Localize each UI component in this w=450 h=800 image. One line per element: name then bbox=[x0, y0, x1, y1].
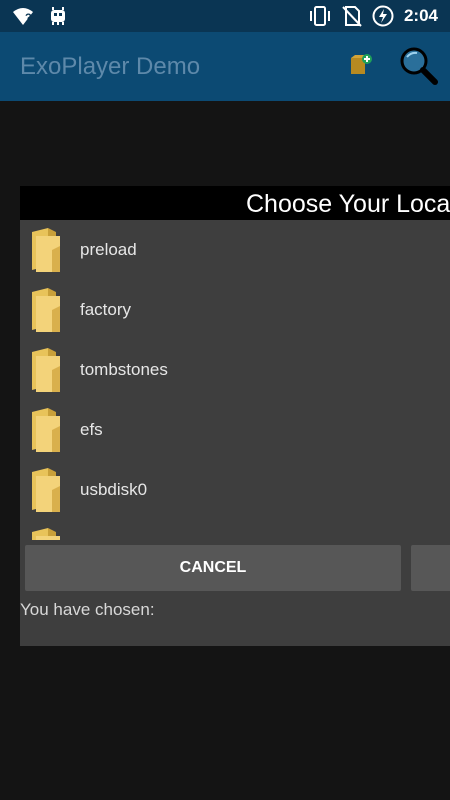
directory-list[interactable]: preload factory tombstones efs usbdisk0 bbox=[20, 220, 450, 540]
cancel-button[interactable]: CANCEL bbox=[25, 545, 401, 591]
status-clock: 2:04 bbox=[403, 6, 438, 25]
chosen-path-label: You have chosen: bbox=[20, 600, 155, 619]
debug-bug-icon bbox=[48, 6, 68, 26]
battery-charging-icon bbox=[372, 5, 394, 27]
choose-location-dialog: Choose Your Location preload bbox=[20, 186, 450, 646]
list-item-partial[interactable] bbox=[20, 520, 450, 540]
search-icon bbox=[397, 44, 439, 91]
list-item[interactable]: preload bbox=[20, 220, 450, 280]
folder-icon bbox=[30, 286, 64, 332]
folder-label: preload bbox=[80, 240, 137, 259]
add-file-icon bbox=[348, 52, 374, 83]
dialog-title: Choose Your Location bbox=[20, 186, 450, 220]
folder-label: usbdisk0 bbox=[80, 480, 148, 499]
folder-icon bbox=[30, 346, 64, 392]
folder-label: efs bbox=[80, 420, 103, 439]
list-item[interactable]: usbdisk0 bbox=[20, 460, 450, 520]
folder-icon bbox=[30, 526, 64, 540]
folder-icon bbox=[30, 226, 64, 272]
list-item[interactable]: factory bbox=[20, 280, 450, 340]
folder-icon bbox=[30, 466, 64, 512]
wifi-unknown-icon: ? bbox=[12, 6, 34, 26]
app-title: ExoPlayer Demo bbox=[20, 53, 201, 80]
folder-label: factory bbox=[80, 300, 132, 319]
folder-icon bbox=[30, 406, 64, 452]
vibrate-icon bbox=[308, 5, 332, 27]
search-button[interactable] bbox=[397, 46, 439, 88]
add-file-button[interactable] bbox=[340, 46, 382, 88]
action-bar: ExoPlayer Demo bbox=[0, 32, 450, 101]
list-item[interactable]: tombstones bbox=[20, 340, 450, 400]
folder-label: tombstones bbox=[80, 360, 168, 379]
no-sim-icon bbox=[342, 5, 362, 27]
list-item[interactable]: efs bbox=[20, 400, 450, 460]
status-bar: ? 2:04 bbox=[0, 0, 450, 32]
confirm-button[interactable] bbox=[411, 545, 450, 591]
